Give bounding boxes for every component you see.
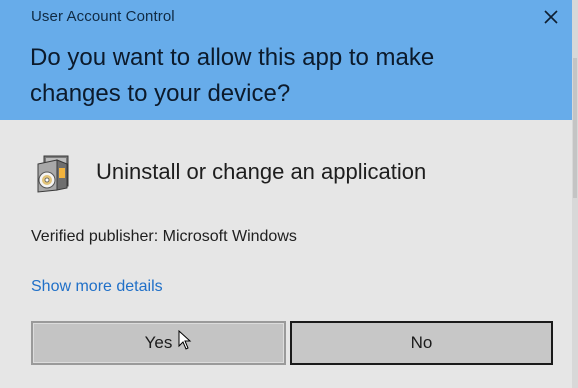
window-title: User Account Control: [31, 8, 175, 25]
close-icon: [544, 10, 558, 24]
show-more-details-link[interactable]: Show more details: [31, 278, 163, 296]
prompt-question: Do you want to allow this app to make ch…: [30, 44, 435, 107]
installer-cd-box-icon: [35, 150, 75, 194]
yes-button[interactable]: Yes: [31, 321, 286, 365]
uac-dialog: User Account Control Do you want to allo…: [0, 0, 578, 388]
close-button[interactable]: [536, 4, 566, 30]
scrollbar[interactable]: [572, 0, 578, 388]
mouse-pointer-icon: [178, 330, 192, 350]
dialog-header: User Account Control Do you want to allo…: [0, 0, 578, 120]
app-name: Uninstall or change an application: [96, 159, 427, 184]
verified-publisher: Verified publisher: Microsoft Windows: [31, 228, 297, 245]
no-button[interactable]: No: [290, 321, 553, 365]
scrollbar-thumb[interactable]: [573, 58, 577, 198]
